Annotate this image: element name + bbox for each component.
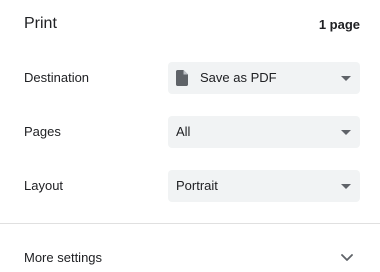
more-settings-label: More settings <box>24 250 103 265</box>
pages-value: All <box>176 124 191 139</box>
layout-row: Layout Portrait <box>0 170 380 202</box>
page-title: Print <box>24 15 57 32</box>
dropdown-arrow-icon <box>341 76 351 81</box>
section-divider <box>0 223 380 224</box>
dropdown-arrow-icon <box>341 130 351 135</box>
layout-value: Portrait <box>176 178 218 193</box>
print-header: Print 1 page <box>24 12 360 36</box>
chevron-down-icon <box>341 254 353 261</box>
layout-label: Layout <box>24 178 64 193</box>
pages-label: Pages <box>24 124 61 139</box>
file-icon <box>176 70 188 86</box>
more-settings-toggle[interactable]: More settings <box>0 244 380 272</box>
pages-row: Pages All <box>0 116 380 148</box>
layout-select[interactable]: Portrait <box>168 170 360 202</box>
dropdown-arrow-icon <box>341 184 351 189</box>
destination-row: Destination Save as PDF <box>0 62 380 94</box>
destination-value: Save as PDF <box>200 70 277 85</box>
destination-select[interactable]: Save as PDF <box>168 62 360 94</box>
page-count: 1 page <box>318 16 360 32</box>
destination-label: Destination <box>24 70 90 85</box>
pages-select[interactable]: All <box>168 116 360 148</box>
